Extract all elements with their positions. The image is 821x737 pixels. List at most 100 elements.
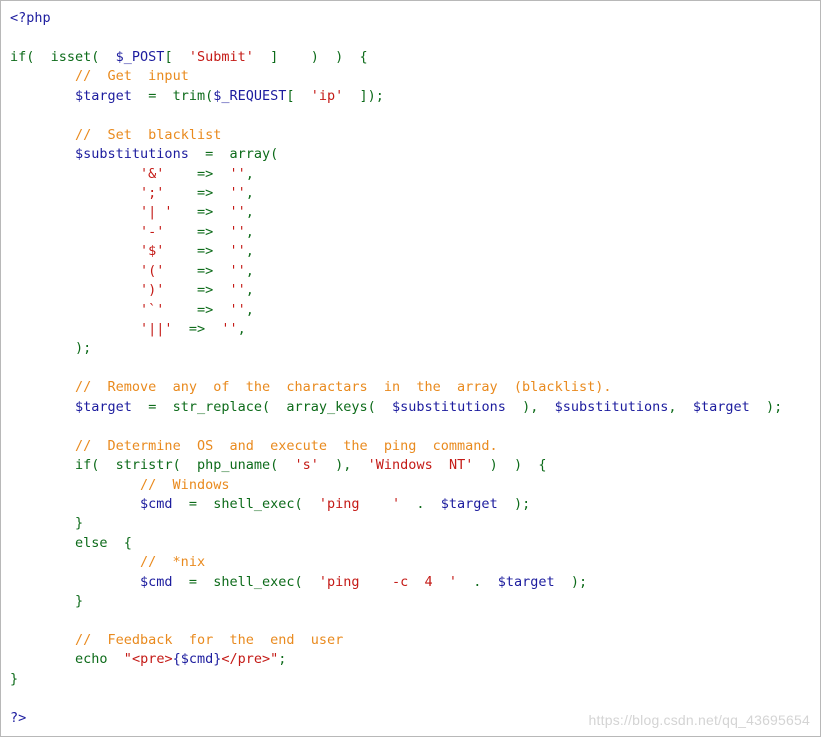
code-token: ); xyxy=(10,340,92,357)
code-token: , xyxy=(245,184,254,201)
code-token: 's' xyxy=(294,457,319,474)
code-token: str_replace( xyxy=(172,398,287,415)
code-token: , xyxy=(245,223,254,240)
code-token: ';' xyxy=(140,184,165,201)
code-token: // Feedback for the end user xyxy=(75,632,344,648)
code-token: , xyxy=(668,398,693,415)
code-token: ); xyxy=(554,573,588,590)
code-token: $substitutions xyxy=(392,398,506,415)
code-token: $target xyxy=(75,398,132,415)
code-line: '||' => '', xyxy=(10,320,815,339)
code-line: // Get input xyxy=(10,67,815,86)
code-token: , xyxy=(245,165,254,182)
code-token: array( xyxy=(229,146,279,163)
code-token: // *nix xyxy=(140,554,206,571)
code-token: => xyxy=(164,243,230,260)
code-token: '' xyxy=(229,204,246,221)
code-token: '' xyxy=(229,282,246,299)
code-line: '-' => '', xyxy=(10,223,815,242)
code-line: } xyxy=(10,592,815,611)
code-token: $_REQUEST xyxy=(213,87,287,104)
code-token: . xyxy=(457,573,498,590)
code-line: '`' => '', xyxy=(10,301,815,320)
code-token: => xyxy=(164,282,230,299)
code-line: // Set blacklist xyxy=(10,126,815,145)
code-line: echo "<pre>{$cmd}</pre>"; xyxy=(10,650,815,669)
code-token: => xyxy=(164,184,230,201)
code-token: $target xyxy=(75,87,132,104)
code-token: // Set blacklist xyxy=(75,126,222,143)
code-token: '(' xyxy=(140,262,165,279)
code-token: $target xyxy=(440,495,498,512)
code-token: ), xyxy=(318,457,368,474)
code-line: ';' => '', xyxy=(10,184,815,203)
code-line: <?php xyxy=(10,9,815,28)
code-line: $cmd = shell_exec( 'ping -c 4 ' . $targe… xyxy=(10,573,815,592)
code-line: ')' => '', xyxy=(10,281,815,300)
code-line: // Remove any of the charactars in the a… xyxy=(10,378,815,397)
code-token: $target xyxy=(692,398,750,415)
code-token: ?> xyxy=(10,709,27,726)
code-token: // Get input xyxy=(75,68,189,85)
code-token: = xyxy=(131,87,173,104)
code-token: trim( xyxy=(172,87,214,104)
code-token: , xyxy=(245,282,254,299)
code-token: ')' xyxy=(140,282,165,299)
code-token: ) ) { xyxy=(473,457,547,474)
code-viewer: <?php if( isset( $_POST[ 'Submit' ] ) ) … xyxy=(0,0,821,737)
code-token: '&' xyxy=(140,165,165,182)
code-line: $cmd = shell_exec( 'ping ' . $target ); xyxy=(10,495,815,514)
code-token: = xyxy=(131,398,173,415)
code-token: , xyxy=(245,243,254,260)
code-token: if( xyxy=(10,48,51,65)
code-token: php_uname( xyxy=(196,457,295,474)
code-token: [ xyxy=(164,48,189,65)
code-token: 'ip' xyxy=(310,87,344,104)
code-token: => xyxy=(164,301,230,318)
code-token: </pre> xyxy=(221,651,271,668)
code-token: ; xyxy=(278,651,287,668)
code-token: = xyxy=(172,495,214,512)
code-line: '| ' => '', xyxy=(10,203,815,222)
code-token: ); xyxy=(497,495,531,512)
code-token: ] ) ) { xyxy=(253,48,368,65)
code-line: $target = trim($_REQUEST[ 'ip' ]); xyxy=(10,87,815,106)
code-token: '||' xyxy=(140,321,173,337)
code-token: 'Submit' xyxy=(188,48,254,65)
code-token: '' xyxy=(229,262,246,279)
code-token: $_POST xyxy=(115,48,165,65)
code-token: . xyxy=(400,495,441,512)
code-token: => xyxy=(164,262,230,279)
code-token: " xyxy=(123,651,132,668)
code-token: '' xyxy=(229,301,246,318)
code-token: $cmd xyxy=(140,495,173,512)
code-token: // Windows xyxy=(140,476,230,493)
code-line: '$' => '', xyxy=(10,242,815,261)
code-token: '' xyxy=(229,165,246,182)
code-token: $substitutions xyxy=(75,146,189,163)
code-token: shell_exec( xyxy=(213,573,319,590)
code-token: '-' xyxy=(140,223,165,240)
code-token: '' xyxy=(229,184,246,201)
code-token: , xyxy=(237,321,246,337)
code-token: 'ping -c 4 ' xyxy=(318,573,458,590)
code-token: $target xyxy=(497,573,555,590)
